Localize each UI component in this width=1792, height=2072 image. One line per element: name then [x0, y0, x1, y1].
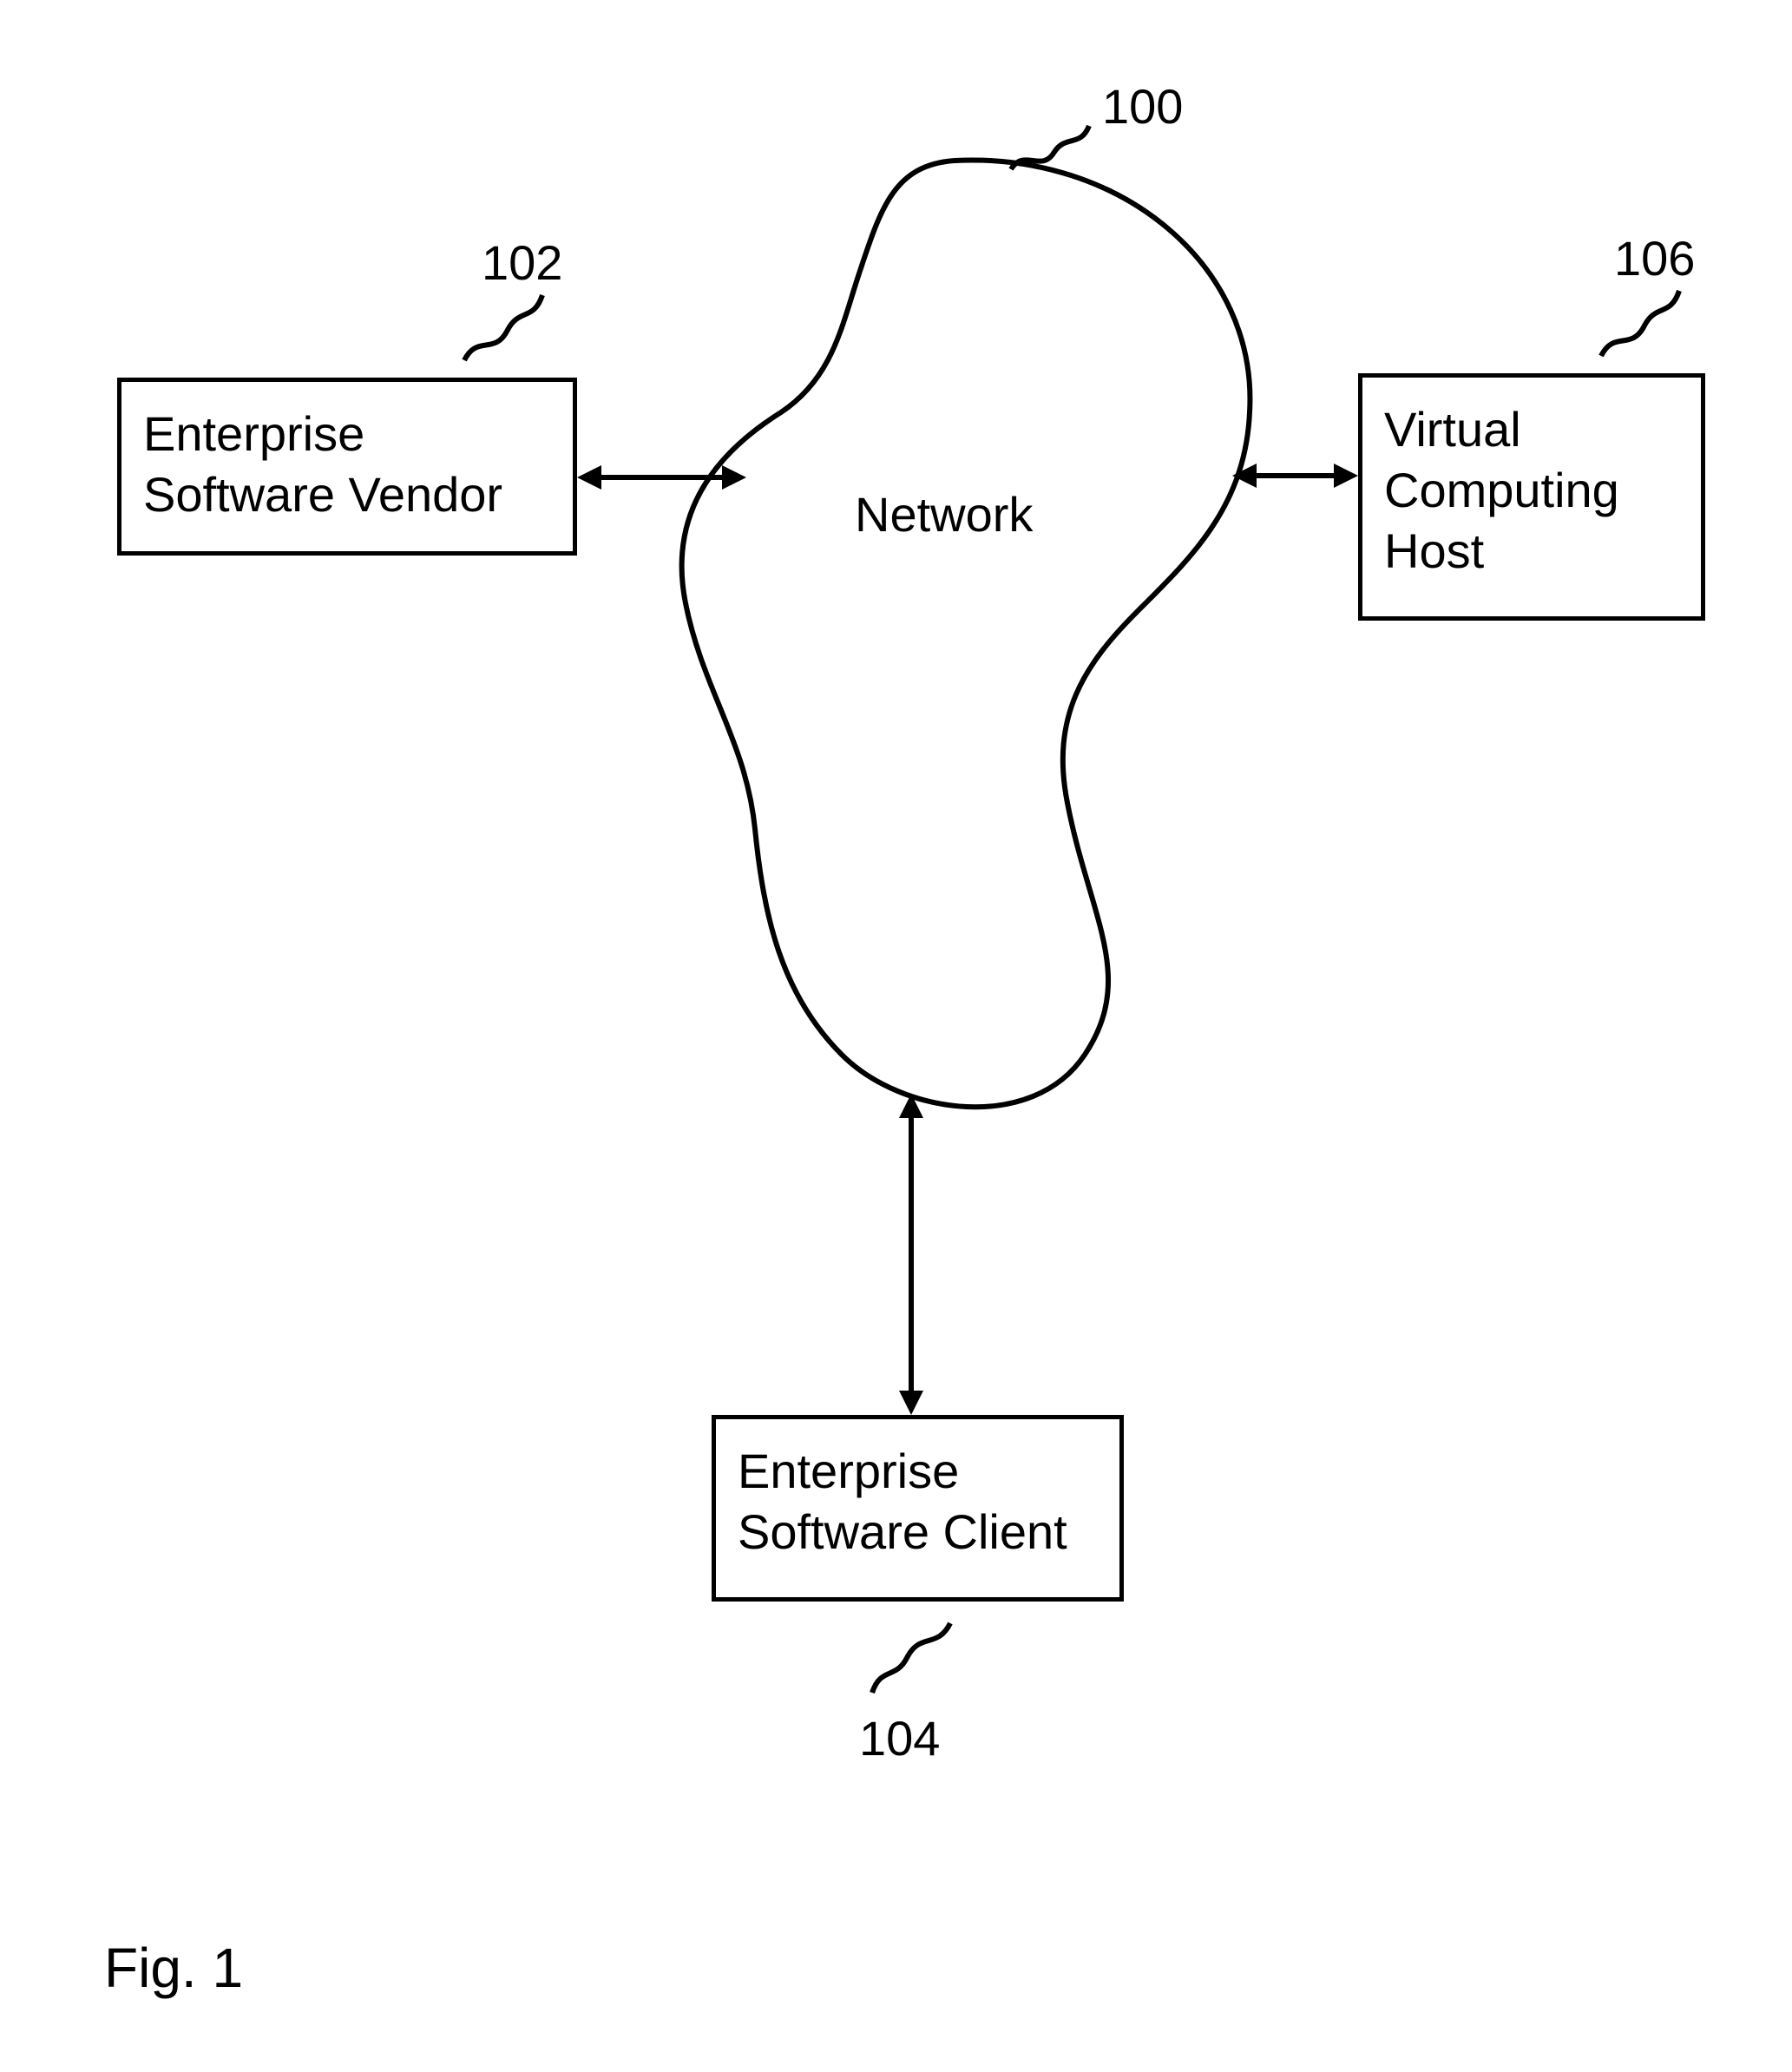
ref-label-host: 106 [1614, 230, 1695, 286]
ref-label-cloud: 100 [1102, 78, 1183, 135]
host-box: Virtual Computing Host [1358, 373, 1705, 621]
arrow-client-network [885, 1094, 937, 1415]
ref-label-client: 104 [859, 1710, 940, 1766]
client-text: Enterprise Software Client [738, 1441, 1098, 1562]
client-box: Enterprise Software Client [712, 1415, 1124, 1602]
ref-label-vendor: 102 [482, 234, 562, 291]
ref-squiggle-cloud [998, 104, 1102, 182]
network-cloud [581, 135, 1328, 1124]
arrow-vendor-network [577, 451, 746, 503]
host-text: Virtual Computing Host [1384, 399, 1679, 582]
figure-label: Fig. 1 [104, 1936, 243, 2000]
arrow-host-network [1232, 450, 1358, 502]
vendor-text: Enterprise Software Vendor [143, 404, 551, 525]
vendor-box: Enterprise Software Vendor [117, 378, 577, 556]
ref-squiggle-client [859, 1610, 963, 1706]
network-label: Network [855, 486, 1033, 543]
